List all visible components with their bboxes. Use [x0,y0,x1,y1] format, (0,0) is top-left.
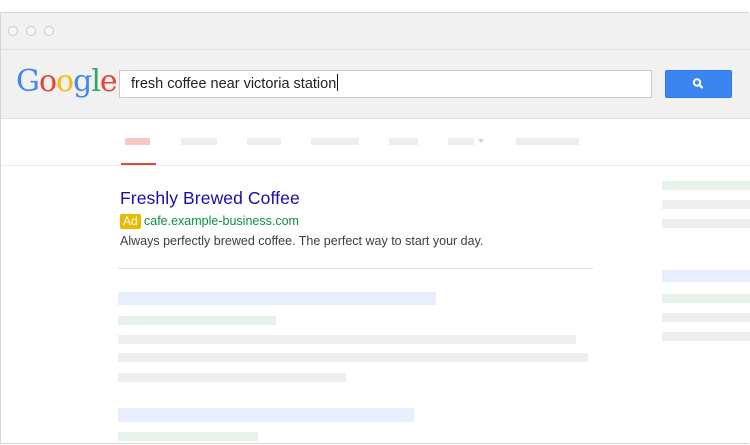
ad-display-url[interactable]: cafe.example-business.com [144,214,299,229]
ad-description: Always perfectly brewed coffee. The perf… [120,234,484,248]
placeholder-sidebar-line [662,200,750,209]
tab-2[interactable] [181,138,217,145]
placeholder-sidebar-line [662,219,750,228]
tab-5[interactable] [389,138,418,145]
chevron-down-icon [478,139,484,143]
search-button[interactable] [665,70,732,98]
nav-divider [1,165,750,166]
placeholder-sidebar-title [662,270,750,282]
close-window-button[interactable] [8,26,18,36]
logo-letter: l [91,64,101,99]
ad-title-link[interactable]: Freshly Brewed Coffee [120,188,300,209]
search-input[interactable]: fresh coffee near victoria station [119,70,652,98]
placeholder-sidebar-line [662,294,750,303]
tab-more[interactable] [448,138,474,145]
ad-badge: Ad [120,214,141,229]
result-divider [118,268,593,269]
placeholder-result-text [118,373,346,382]
text-cursor [337,74,339,91]
placeholder-result-text [118,335,576,344]
maximize-window-button[interactable] [44,26,54,36]
placeholder-result-url [118,316,276,325]
tab-tools[interactable] [516,138,579,145]
tab-all[interactable] [125,138,150,145]
logo-letter: G [16,64,40,99]
tab-4[interactable] [311,138,359,145]
search-query: fresh coffee near victoria station [131,76,337,92]
logo-letter: g [73,64,92,99]
placeholder-result-url [118,432,258,441]
placeholder-sidebar-line [662,181,750,190]
search-header: Google fresh coffee near victoria statio… [1,50,750,119]
placeholder-result-title [118,292,436,305]
logo-letter: e [99,64,118,99]
placeholder-result-text [118,353,588,362]
minimize-window-button[interactable] [26,26,36,36]
placeholder-sidebar-line [662,332,750,341]
tab-3[interactable] [247,138,281,145]
title-bar [1,13,750,50]
placeholder-sidebar-line [662,313,750,322]
search-icon [692,78,704,89]
google-logo[interactable]: Google [16,62,118,102]
logo-letter: o [56,64,74,99]
placeholder-result-title [118,408,414,422]
logo-letter: o [38,64,57,99]
